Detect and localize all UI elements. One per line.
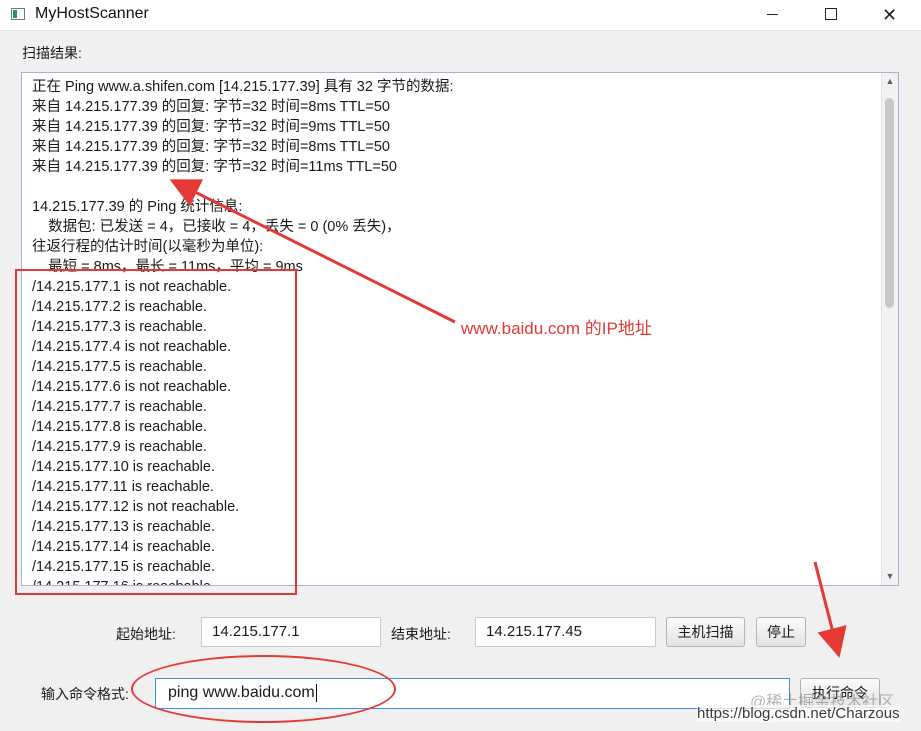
results-scrollbar[interactable]: ▲ ▼ [881, 73, 898, 585]
results-content: 正在 Ping www.a.shifen.com [14.215.177.39]… [32, 77, 876, 585]
watermark-url: https://blog.csdn.net/Charzous [697, 705, 900, 722]
result-line: /14.215.177.16 is reachable. [32, 577, 876, 585]
result-line: /14.215.177.11 is reachable. [32, 479, 214, 495]
start-address-input[interactable]: 14.215.177.1 [201, 617, 381, 647]
scroll-up-icon[interactable]: ▲ [882, 73, 898, 90]
result-line: 来自 14.215.177.39 的回复: 字节=32 时间=8ms TTL=5… [32, 99, 390, 115]
result-line: /14.215.177.9 is reachable. [32, 439, 207, 455]
result-line: /14.215.177.3 is reachable. [32, 319, 207, 335]
maximize-icon [825, 8, 837, 20]
result-line: /14.215.177.4 is not reachable. [32, 339, 232, 355]
maximize-button[interactable] [804, 0, 858, 30]
annotation-ellipse [131, 655, 396, 723]
result-line: /14.215.177.14 is reachable. [32, 539, 215, 555]
scrollbar-thumb[interactable] [885, 98, 894, 308]
close-icon: ✕ [882, 5, 898, 25]
result-line: /14.215.177.6 is not reachable. [32, 379, 232, 395]
result-line [32, 177, 876, 197]
result-line: 14.215.177.39 的 Ping 统计信息: [32, 199, 243, 215]
result-line: 数据包: 已发送 = 4，已接收 = 4，丢失 = 0 (0% 丢失)， [32, 219, 401, 235]
result-line: 往返行程的估计时间(以毫秒为单位): [32, 239, 264, 255]
result-line: /14.215.177.12 is not reachable. [32, 499, 240, 515]
start-address-label: 起始地址: [116, 626, 176, 642]
results-label: 扫描结果: [22, 45, 82, 61]
result-line: /14.215.177.15 is reachable. [32, 559, 215, 575]
window-title: MyHostScanner [35, 5, 149, 22]
end-address-label: 结束地址: [391, 626, 451, 642]
end-address-input[interactable]: 14.215.177.45 [475, 617, 656, 647]
result-line: /14.215.177.5 is reachable. [32, 359, 207, 375]
minimize-button[interactable] [746, 0, 800, 30]
app-window-icon [11, 8, 25, 20]
result-line: 来自 14.215.177.39 的回复: 字节=32 时间=11ms TTL=… [32, 159, 397, 175]
minimize-icon [767, 14, 778, 15]
result-line: 最短 = 8ms，最长 = 11ms，平均 = 9ms [32, 259, 303, 275]
result-line: 来自 14.215.177.39 的回复: 字节=32 时间=8ms TTL=5… [32, 139, 390, 155]
stop-button[interactable]: 停止 [756, 617, 806, 647]
result-line: /14.215.177.2 is reachable. [32, 299, 207, 315]
command-label: 输入命令格式: [41, 686, 129, 702]
close-button[interactable]: ✕ [862, 0, 916, 30]
host-scan-button[interactable]: 主机扫描 [666, 617, 745, 647]
scroll-down-icon[interactable]: ▼ [882, 568, 898, 585]
title-bar: MyHostScanner ✕ [0, 0, 921, 31]
annotation-ip-note: www.baidu.com 的IP地址 [459, 314, 654, 339]
result-line: /14.215.177.10 is reachable. [32, 459, 215, 475]
result-line: /14.215.177.13 is reachable. [32, 519, 215, 535]
result-line: 来自 14.215.177.39 的回复: 字节=32 时间=9ms TTL=5… [32, 119, 390, 135]
result-line: /14.215.177.8 is reachable. [32, 419, 207, 435]
result-line: /14.215.177.7 is reachable. [32, 399, 207, 415]
result-line: 正在 Ping www.a.shifen.com [14.215.177.39]… [32, 79, 454, 95]
result-line: /14.215.177.1 is not reachable. [32, 279, 232, 295]
